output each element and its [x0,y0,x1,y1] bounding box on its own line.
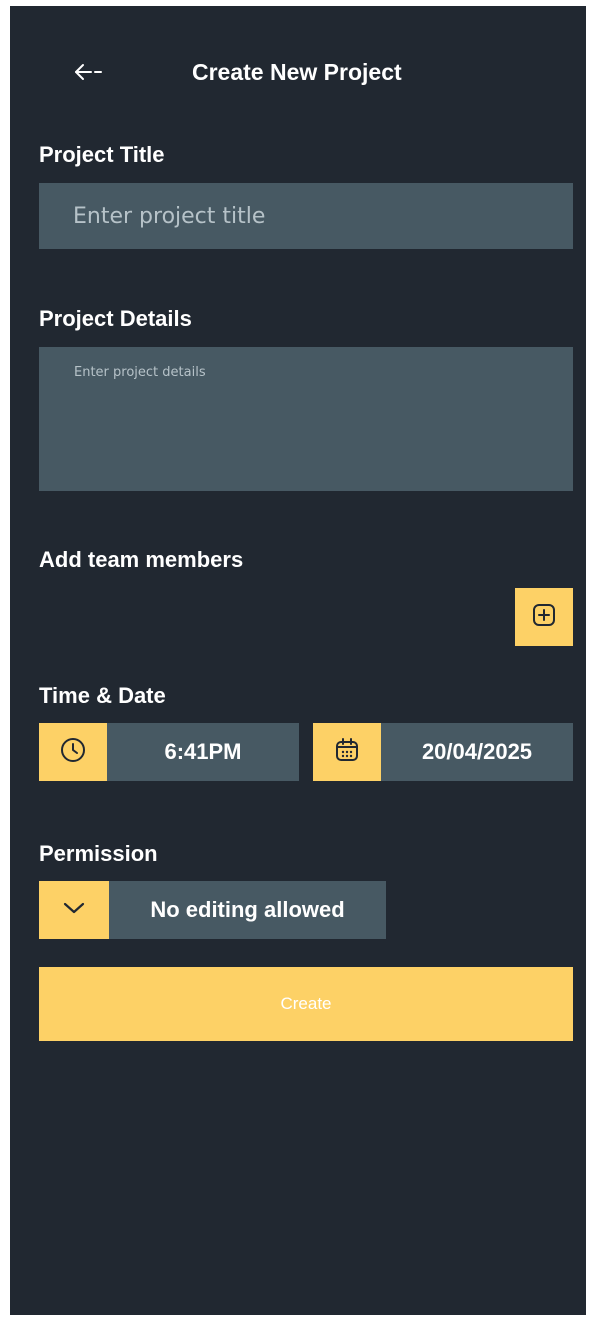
time-value: 6:41PM [164,739,242,764]
create-project-screen: Create New Project Project Title Project… [10,6,586,1315]
header: Create New Project [10,6,586,140]
permission-label: Permission [39,841,158,866]
date-picker[interactable]: 20/04/2025 [313,723,573,781]
permission-value: No editing allowed [150,897,345,922]
back-button[interactable] [68,58,108,86]
clock-icon [59,736,87,769]
project-title-label: Project Title [39,142,165,167]
arrow-left-icon [73,63,103,81]
time-date-label: Time & Date [39,683,166,708]
date-icon-box [313,723,381,781]
time-icon-box [39,723,107,781]
permission-icon-box [39,881,109,939]
chevron-down-icon [61,900,87,921]
permission-dropdown[interactable]: No editing allowed [39,881,386,939]
calendar-icon [333,736,361,769]
plus-square-icon [531,602,557,633]
date-value: 20/04/2025 [421,739,533,764]
project-details-label: Project Details [39,306,192,331]
time-picker[interactable]: 6:41PM [39,723,299,781]
add-team-member-button[interactable] [515,588,573,646]
project-title-input[interactable] [39,183,573,249]
team-members-label: Add team members [39,547,244,572]
page-title: Create New Project [192,59,402,85]
project-details-input[interactable] [39,347,573,491]
create-button[interactable]: Create [39,967,573,1041]
